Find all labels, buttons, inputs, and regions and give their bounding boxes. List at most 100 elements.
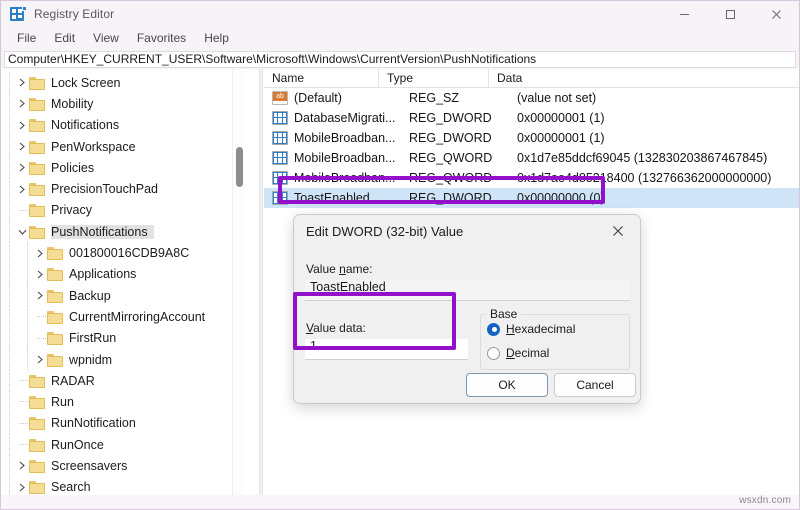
tree-item-firstrun[interactable]: FirstRun: [1, 327, 245, 349]
pane-divider[interactable]: [259, 69, 263, 509]
value-name-input[interactable]: ToastEnabled: [305, 280, 630, 301]
folder-icon: [29, 140, 46, 154]
tree-guide-line: [9, 114, 10, 136]
chevron-right-icon[interactable]: [15, 157, 29, 178]
tree-guide-line: [9, 199, 10, 222]
tree-item-wpnidm[interactable]: wpnidm: [1, 348, 245, 371]
folder-icon: [29, 161, 46, 175]
menu-help[interactable]: Help: [195, 29, 238, 48]
tree-item-backup[interactable]: Backup: [1, 284, 245, 307]
tree-item-policies[interactable]: Policies: [1, 157, 245, 179]
cell-data: 0x1d7ae4d85218400 (132766362000000000): [517, 171, 772, 185]
tree-item-runonce[interactable]: RunOnce: [1, 434, 245, 456]
cell-name: MobileBroadban...: [294, 131, 396, 145]
value-data-label: Value data:: [306, 321, 366, 335]
chevron-right-icon[interactable]: [15, 455, 29, 476]
tree-item-label: 001800016CDB9A8C: [69, 246, 190, 261]
minimize-icon[interactable]: [661, 1, 707, 27]
menu-view[interactable]: View: [84, 29, 128, 48]
registry-path-input[interactable]: Computer\HKEY_CURRENT_USER\Software\Micr…: [4, 50, 796, 68]
chevron-right-icon[interactable]: [33, 349, 47, 370]
radio-decimal[interactable]: Decimal: [487, 346, 549, 360]
chevron-right-icon[interactable]: [33, 264, 47, 285]
tree-item-001800016cdb9a8c[interactable]: 001800016CDB9A8C: [1, 242, 245, 264]
tree-item-screensavers[interactable]: Screensavers: [1, 455, 245, 477]
column-header-data[interactable]: Data: [489, 69, 799, 88]
cell-data: 0x00000000 (0): [517, 191, 605, 205]
chevron-right-icon[interactable]: [33, 285, 47, 306]
tree-item-privacy[interactable]: Privacy: [1, 199, 245, 222]
folder-icon: [29, 480, 46, 495]
radio-hexadecimal[interactable]: Hexadecimal: [487, 322, 575, 336]
tree-item-penworkspace[interactable]: PenWorkspace: [1, 135, 245, 158]
tree-guide-line: [9, 455, 10, 477]
tree-item-precisiontouchpad[interactable]: PrecisionTouchPad: [1, 178, 245, 200]
menu-favorites[interactable]: Favorites: [128, 29, 195, 48]
maximize-icon[interactable]: [707, 1, 753, 27]
tree-item-lock-screen[interactable]: Lock Screen: [1, 72, 245, 94]
folder-icon: [29, 118, 46, 133]
cell-type: REG_QWORD: [409, 171, 493, 185]
dword-value-icon: [272, 170, 288, 186]
tree-item-label: Lock Screen: [51, 75, 121, 90]
dialog-close-icon[interactable]: [596, 215, 640, 247]
tree-item-pushnotifications[interactable]: PushNotifications: [1, 221, 245, 243]
table-row[interactable]: DatabaseMigrati... REG_DWORD 0x00000001 (1…: [264, 108, 799, 128]
tree-guide-elbow: [19, 380, 28, 382]
column-header-name[interactable]: Name: [264, 68, 379, 88]
tree-item-applications[interactable]: Applications: [1, 263, 245, 285]
edit-dword-dialog: Edit DWORD (32-bit) Value Value name: To…: [293, 214, 641, 404]
ok-button[interactable]: OK: [466, 373, 548, 397]
close-icon[interactable]: [753, 1, 799, 27]
folder-icon: [29, 76, 46, 90]
tree-guide-line: [9, 412, 10, 435]
tree-scrollbar-thumb[interactable]: [236, 147, 243, 187]
tree-item-label: Notifications: [51, 118, 120, 133]
table-row[interactable]: MobileBroadban... REG_DWORD 0x00000001 (1): [264, 128, 799, 148]
tree-item-notifications[interactable]: Notifications: [1, 114, 245, 136]
tree-item-radar[interactable]: RADAR: [1, 370, 245, 392]
cancel-button[interactable]: Cancel: [554, 373, 636, 397]
chevron-right-icon[interactable]: [15, 179, 29, 200]
folder-icon: [47, 310, 64, 324]
tree-guide-line: [9, 93, 10, 115]
table-row[interactable]: MobileBroadban... REG_QWORD 0x1d7e85ddcf69…: [264, 148, 799, 168]
tree-item-mobility[interactable]: Mobility: [1, 93, 245, 115]
tree-item-runnotification[interactable]: RunNotification: [1, 412, 245, 435]
tree-item-label: FirstRun: [69, 331, 117, 346]
chevron-right-icon[interactable]: [33, 243, 47, 264]
column-header-type[interactable]: Type: [379, 68, 489, 88]
tree-guide-line: [27, 242, 28, 264]
dialog-body: Value name: ToastEnabled Value data: 1 B…: [294, 248, 640, 403]
table-row[interactable]: ab (Default) REG_SZ (value not set): [264, 88, 799, 108]
chevron-right-icon[interactable]: [15, 136, 29, 157]
tree-item-run[interactable]: Run: [1, 391, 245, 413]
tree-item-label: Screensavers: [51, 458, 128, 473]
radio-label-hexadecimal: Hexadecimal: [506, 322, 576, 336]
value-data-input[interactable]: 1: [305, 339, 468, 360]
tree-guide-line: [9, 348, 10, 371]
tree-guide-line: [9, 327, 10, 349]
chevron-right-icon[interactable]: [15, 93, 29, 114]
dialog-title-bar: Edit DWORD (32-bit) Value: [294, 215, 640, 248]
table-row[interactable]: MobileBroadban... REG_QWORD 0x1d7ae4d85218…: [264, 168, 799, 188]
menu-file[interactable]: File: [8, 29, 45, 48]
dword-value-icon: [272, 130, 288, 146]
table-row[interactable]: ToastEnabled REG_DWORD 0x00000000 (0): [264, 188, 799, 208]
tree-guide-line: [9, 178, 10, 200]
tree-guide-elbow: [37, 316, 46, 318]
chevron-right-icon[interactable]: [15, 72, 29, 93]
chevron-down-icon[interactable]: [15, 221, 29, 242]
registry-tree: Lock Screen Mobility Notifications PenWorks…: [1, 69, 245, 509]
dialog-title: Edit DWORD (32-bit) Value: [306, 224, 464, 239]
chevron-right-icon[interactable]: [15, 115, 29, 136]
registry-editor-icon: [10, 6, 27, 22]
dword-value-icon: [272, 150, 288, 166]
cell-name: ToastEnabled: [294, 191, 370, 205]
tree-scrollbar[interactable]: [232, 69, 245, 509]
menu-edit[interactable]: Edit: [45, 29, 84, 48]
tree-item-label: PenWorkspace: [51, 139, 136, 154]
folder-icon: [29, 395, 46, 410]
list-rows: ab (Default) REG_SZ (value not set) Database…: [264, 88, 799, 208]
tree-item-currentmirroringaccount[interactable]: CurrentMirroringAccount: [1, 306, 245, 328]
